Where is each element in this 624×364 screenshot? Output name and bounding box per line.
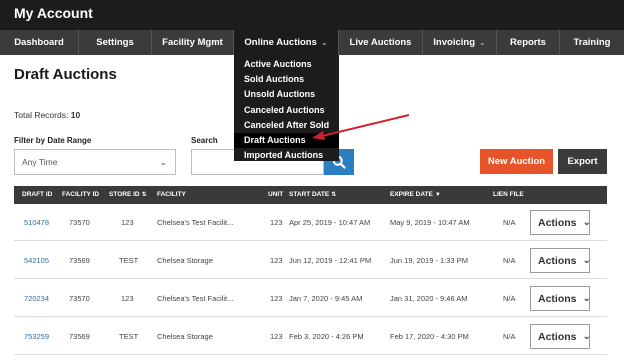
annotation-arrow-icon	[312, 114, 410, 140]
